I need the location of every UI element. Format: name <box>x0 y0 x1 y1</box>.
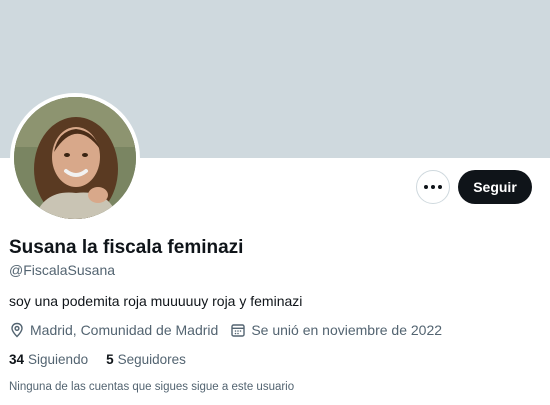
followers-link[interactable]: 5 Seguidores <box>106 352 186 367</box>
more-options-button[interactable] <box>416 170 450 204</box>
more-horizontal-icon <box>424 185 442 189</box>
avatar[interactable] <box>10 93 140 223</box>
following-count: 34 <box>9 352 25 367</box>
joined-item: Se unió en noviembre de 2022 <box>230 322 442 338</box>
profile-meta: Madrid, Comunidad de Madrid Se unió en n… <box>9 322 454 338</box>
following-label: Siguiendo <box>28 352 89 367</box>
followers-you-know-note: Ninguna de las cuentas que sigues sigue … <box>9 381 295 393</box>
location-pin-icon <box>11 322 23 338</box>
joined-text: Se unió en noviembre de 2022 <box>251 322 443 338</box>
follow-button[interactable]: Seguir <box>458 170 532 204</box>
profile-handle: @FiscalaSusana <box>9 262 116 278</box>
avatar-photo <box>14 97 136 219</box>
profile-stats: 34 Siguiendo 5 Seguidores <box>9 352 204 367</box>
location-text: Madrid, Comunidad de Madrid <box>30 322 219 338</box>
followers-count: 5 <box>106 352 114 367</box>
calendar-icon <box>231 324 246 337</box>
profile-bio: soy una podemita roja muuuuuy roja y fem… <box>9 293 303 309</box>
following-link[interactable]: 34 Siguiendo <box>9 352 88 367</box>
location-item: Madrid, Comunidad de Madrid <box>9 322 218 338</box>
profile-display-name: Susana la fiscala feminazi <box>9 237 244 258</box>
followers-label: Seguidores <box>117 352 186 367</box>
avatar-image <box>14 97 136 219</box>
